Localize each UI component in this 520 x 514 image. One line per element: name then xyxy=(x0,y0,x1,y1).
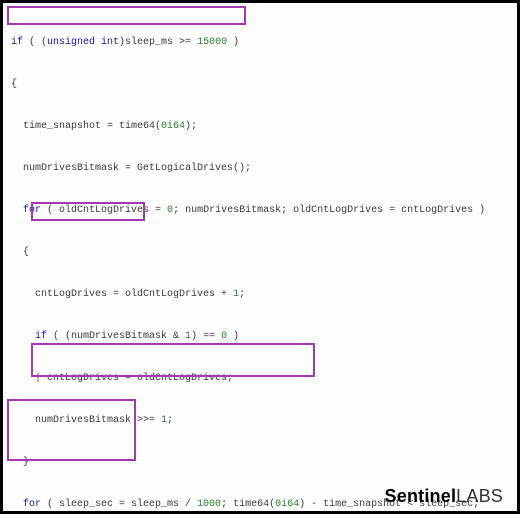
t: ( sleep_sec = sleep_ms / xyxy=(41,499,197,510)
watermark-part-a: Sentinel xyxy=(385,486,457,506)
t: ) xyxy=(227,331,239,342)
type-unsigned-int: unsigned int xyxy=(47,37,119,48)
t: ( ( xyxy=(23,37,47,48)
t: ) xyxy=(227,37,239,48)
code-block: if ( (unsigned int)sleep_ms >= 15000 ) {… xyxy=(3,8,517,514)
t: ); xyxy=(185,121,197,132)
t: ; xyxy=(167,415,173,426)
brace: { xyxy=(3,78,517,92)
t: time_snapshot = time64( xyxy=(23,121,161,132)
t: ( oldCntLogDrives = xyxy=(41,205,167,216)
kw-for: for xyxy=(23,205,41,216)
t: )sleep_ms >= xyxy=(119,37,197,48)
t: ) == xyxy=(191,331,221,342)
code-screenshot: if ( (unsigned int)sleep_ms >= 15000 ) {… xyxy=(0,0,520,514)
t: ; time64( xyxy=(221,499,275,510)
t: ; xyxy=(239,289,245,300)
t: cntLogDrives = oldCntLogDrives; xyxy=(41,373,233,384)
t: ; numDrivesBitmask; oldCntLogDrives = cn… xyxy=(173,205,485,216)
watermark-sentinel-labs: SentinelLABS xyxy=(385,489,503,503)
t: cntLogDrives = oldCntLogDrives + xyxy=(35,289,233,300)
kw-if: if xyxy=(11,37,23,48)
num: 1000 xyxy=(197,499,221,510)
kw-for: for xyxy=(23,499,41,510)
t: ( (numDrivesBitmask & xyxy=(47,331,185,342)
t: numDrivesBitmask >>= xyxy=(35,415,161,426)
num: 0i64 xyxy=(275,499,299,510)
brace: { xyxy=(3,246,517,260)
num: 15000 xyxy=(197,37,227,48)
watermark-part-b: LABS xyxy=(456,486,503,506)
brace: } xyxy=(3,456,517,470)
kw-if: if xyxy=(35,331,47,342)
t: numDrivesBitmask = GetLogicalDrives(); xyxy=(3,162,517,176)
num: 0i64 xyxy=(161,121,185,132)
